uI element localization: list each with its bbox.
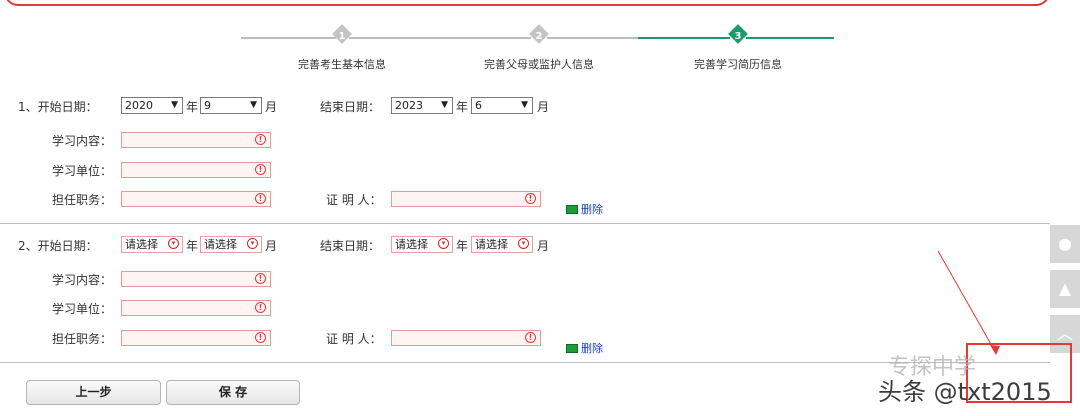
handle-watermark: 头条 @txt2015 <box>878 378 1052 406</box>
start-month-select[interactable]: 9 ▼ <box>200 97 262 114</box>
step-line-active <box>746 37 834 39</box>
position-label: 担任职务： <box>52 193 113 207</box>
start-year-select[interactable]: 请选择 ▾ <box>121 236 183 253</box>
step-1-number: 1 <box>338 31 346 42</box>
witness-label: 证 明 人： <box>326 332 382 346</box>
progress-stepper: 1 2 3 完善考生基本信息 完善父母或监护人信息 完善学习简历信息 <box>0 0 1080 80</box>
start-month-select[interactable]: 请选择 ▾ <box>200 236 262 253</box>
step-2-label: 完善父母或监护人信息 <box>484 58 594 71</box>
position-label: 担任职务： <box>52 332 113 346</box>
witness-input[interactable]: ! <box>391 330 541 346</box>
study-unit-input[interactable]: ! <box>121 300 271 316</box>
end-year-select[interactable]: 2023 ▼ <box>391 97 453 114</box>
required-warning-icon: ! <box>525 332 536 343</box>
year-unit: 年 <box>186 100 199 114</box>
step-line-active <box>638 37 730 39</box>
position-input[interactable]: ! <box>121 330 271 346</box>
dropdown-circle-icon: ▾ <box>438 238 449 249</box>
required-warning-icon: ! <box>255 273 266 284</box>
dropdown-circle-icon: ▾ <box>247 238 258 249</box>
required-warning-icon: ! <box>255 332 266 343</box>
unit-label: 学习单位： <box>52 164 113 178</box>
qq-icon: ▲ <box>1058 279 1072 298</box>
step-2-number: 2 <box>535 31 543 42</box>
required-warning-icon: ! <box>255 134 266 145</box>
month-unit: 月 <box>537 239 550 253</box>
required-warning-icon: ! <box>255 193 266 204</box>
dropdown-circle-icon: ▾ <box>168 238 179 249</box>
delete-record-button[interactable]: 删除 <box>566 201 603 217</box>
wechat-icon: ● <box>1058 234 1072 253</box>
month-unit: 月 <box>265 100 278 114</box>
step-3-number: 3 <box>734 31 742 42</box>
content-label: 学习内容： <box>52 273 113 287</box>
step-1-label: 完善考生基本信息 <box>298 58 386 71</box>
delete-label: 删除 <box>581 203 603 216</box>
record-divider <box>0 223 1050 224</box>
required-warning-icon: ! <box>255 164 266 175</box>
end-year-select[interactable]: 请选择 ▾ <box>391 236 453 253</box>
chevron-down-icon: ▼ <box>250 100 257 110</box>
study-content-input[interactable]: ! <box>121 132 271 148</box>
year-unit: 年 <box>456 100 469 114</box>
start-year-select[interactable]: 2020 ▼ <box>121 97 183 114</box>
chevron-down-icon: ▼ <box>171 100 178 110</box>
end-month-select[interactable]: 请选择 ▾ <box>471 236 533 253</box>
delete-label: 删除 <box>581 342 603 355</box>
required-warning-icon: ! <box>525 193 536 204</box>
study-content-input[interactable]: ! <box>121 271 271 287</box>
year-unit: 年 <box>456 239 469 253</box>
qq-share-button[interactable]: ▲ <box>1050 270 1080 308</box>
chevron-down-icon: ▼ <box>441 100 448 110</box>
year-unit: 年 <box>186 239 199 253</box>
delete-icon <box>566 204 578 214</box>
delete-icon <box>566 343 578 353</box>
required-warning-icon: ! <box>255 302 266 313</box>
prev-step-button[interactable]: 上一步 <box>26 380 161 405</box>
wechat-share-button[interactable]: ● <box>1050 225 1080 263</box>
delete-record-button[interactable]: 删除 <box>566 340 603 356</box>
end-date-label: 结束日期： <box>320 100 381 114</box>
study-unit-input[interactable]: ! <box>121 162 271 178</box>
step-3-label: 完善学习简历信息 <box>694 58 782 71</box>
chevron-down-icon: ▼ <box>521 100 528 110</box>
end-date-label: 结束日期： <box>320 239 381 253</box>
witness-label: 证 明 人： <box>326 193 382 207</box>
step-line <box>241 37 336 39</box>
witness-input[interactable]: ! <box>391 191 541 207</box>
month-unit: 月 <box>265 239 278 253</box>
start-date-label: 2、开始日期： <box>18 239 98 253</box>
end-month-select[interactable]: 6 ▼ <box>471 97 533 114</box>
month-unit: 月 <box>537 100 550 114</box>
dropdown-circle-icon: ▾ <box>518 238 529 249</box>
start-date-label: 1、开始日期： <box>18 100 98 114</box>
content-label: 学习内容： <box>52 134 113 148</box>
position-input[interactable]: ! <box>121 191 271 207</box>
unit-label: 学习单位： <box>52 302 113 316</box>
save-button[interactable]: 保 存 <box>166 380 300 405</box>
step-line <box>349 37 531 39</box>
